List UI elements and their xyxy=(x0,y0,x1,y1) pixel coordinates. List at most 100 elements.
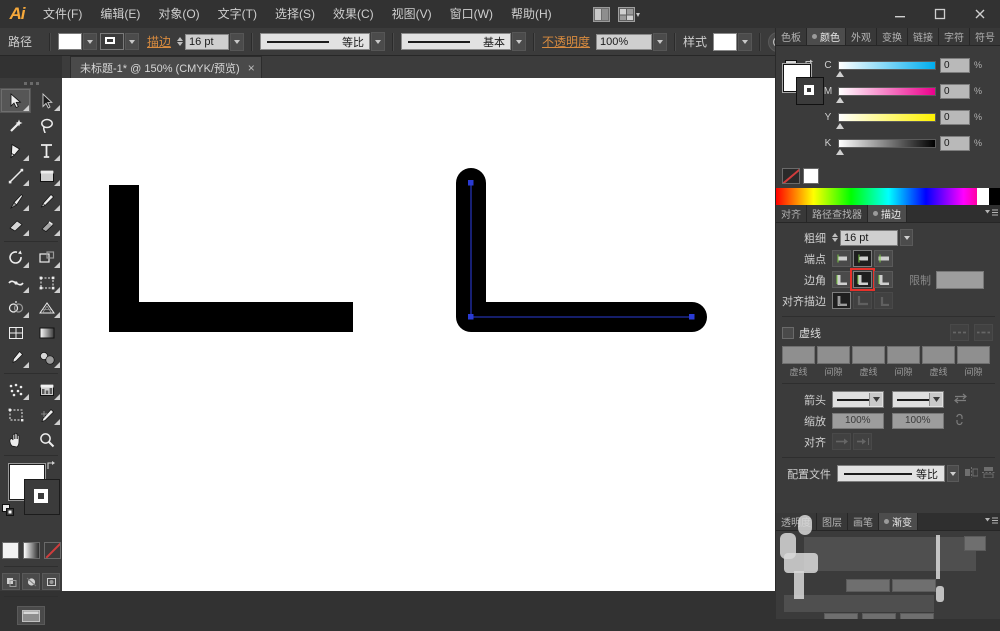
opacity-field[interactable]: 100% xyxy=(596,34,652,50)
gradient-stop-field-3[interactable] xyxy=(900,613,934,619)
arrowhead-start-field[interactable] xyxy=(832,391,884,408)
document-tab[interactable]: 未标题-1* @ 150% (CMYK/预览) × xyxy=(70,56,262,78)
menu-effect[interactable]: 效果(C) xyxy=(324,0,383,28)
spectrum-black-chip[interactable] xyxy=(989,188,1000,205)
tab-character[interactable]: 字符 xyxy=(939,28,970,45)
stroke-weight-stepper[interactable] xyxy=(177,37,183,46)
slider-thumb-k[interactable] xyxy=(836,149,844,155)
swap-arrows-icon[interactable] xyxy=(954,393,967,407)
dash-field-1[interactable] xyxy=(782,346,815,364)
rectangle-tool[interactable] xyxy=(31,163,62,188)
dash-adjust-button[interactable] xyxy=(974,324,993,341)
slider-thumb-c[interactable] xyxy=(836,71,844,77)
arrowhead-start-dropdown[interactable] xyxy=(869,393,882,406)
shape-builder-tool[interactable] xyxy=(0,295,31,320)
color-spectrum-bar[interactable] xyxy=(776,188,1000,205)
white-swatch[interactable] xyxy=(803,168,819,184)
draw-normal-button[interactable] xyxy=(2,573,20,590)
tab-pathfinder[interactable]: 路径查找器 xyxy=(807,205,868,222)
miter-join-button[interactable] xyxy=(832,271,851,288)
none-mode-button[interactable] xyxy=(44,542,61,559)
style-dropdown-arrow[interactable] xyxy=(738,33,752,51)
opacity-label[interactable]: 不透明度 xyxy=(542,33,590,50)
line-segment-tool[interactable] xyxy=(0,163,31,188)
document-tab-close-icon[interactable]: × xyxy=(248,62,255,74)
menu-select[interactable]: 选择(S) xyxy=(266,0,324,28)
column-graph-tool[interactable] xyxy=(31,377,62,402)
stroke-weight-stepper-panel[interactable] xyxy=(832,233,838,242)
tab-appearance[interactable]: 外观 xyxy=(846,28,877,45)
maximize-button[interactable] xyxy=(920,0,960,28)
arrowhead-end-field[interactable] xyxy=(892,391,944,408)
menu-help[interactable]: 帮助(H) xyxy=(502,0,561,28)
blend-tool[interactable] xyxy=(31,345,62,370)
slider-track-y[interactable] xyxy=(838,113,936,122)
stroke-profile-dropdown[interactable] xyxy=(947,465,959,482)
default-fill-stroke-icon[interactable] xyxy=(2,504,15,517)
stroke-panel-menu-icon[interactable] xyxy=(981,205,1000,222)
style-swatch[interactable] xyxy=(713,33,737,51)
stroke-swatch-control[interactable] xyxy=(100,33,124,50)
fill-dropdown-arrow[interactable] xyxy=(83,33,97,50)
slider-value-m[interactable]: 0 xyxy=(940,84,970,99)
slider-track-c[interactable] xyxy=(838,61,936,70)
dash-field-3[interactable] xyxy=(922,346,955,364)
menu-view[interactable]: 视图(V) xyxy=(383,0,441,28)
tab-layers[interactable]: 图层 xyxy=(817,513,848,530)
menu-type[interactable]: 文字(T) xyxy=(209,0,266,28)
link-scale-icon[interactable] xyxy=(954,413,965,429)
align-stroke-center-button[interactable] xyxy=(832,292,851,309)
gradient-aspect-field[interactable] xyxy=(892,579,936,592)
gradient-stop-field-1[interactable] xyxy=(824,613,858,619)
gap-field-2[interactable] xyxy=(887,346,920,364)
stroke-weight-value[interactable]: 16 pt xyxy=(840,230,898,246)
zoom-tool[interactable] xyxy=(31,427,62,452)
pen-tool[interactable] xyxy=(0,138,31,163)
gradient-preview-swatch[interactable] xyxy=(804,537,976,571)
color-stroke-swatch[interactable] xyxy=(796,77,824,105)
tab-brushes[interactable]: 画笔 xyxy=(848,513,879,530)
eyedropper-tool[interactable] xyxy=(0,345,31,370)
slider-track-k[interactable] xyxy=(838,139,936,148)
dashed-line-checkbox[interactable] xyxy=(782,327,794,339)
slider-value-y[interactable]: 0 xyxy=(940,110,970,125)
symbol-sprayer-tool[interactable] xyxy=(0,377,31,402)
slider-track-m[interactable] xyxy=(838,87,936,96)
gap-field-3[interactable] xyxy=(957,346,990,364)
eraser-tool[interactable] xyxy=(31,213,62,238)
menu-object[interactable]: 对象(O) xyxy=(149,0,208,28)
brush-definition-field[interactable]: 基本 xyxy=(401,33,511,50)
blob-brush-tool[interactable] xyxy=(0,213,31,238)
tab-gradient[interactable]: 渐变 xyxy=(879,513,918,530)
tab-transform[interactable]: 变换 xyxy=(877,28,908,45)
draw-inside-button[interactable] xyxy=(42,573,60,590)
selection-tool[interactable] xyxy=(0,88,31,113)
width-tool[interactable] xyxy=(0,270,31,295)
L-path-round[interactable] xyxy=(471,183,692,317)
stroke-link-label[interactable]: 描边 xyxy=(147,33,171,50)
arrange-documents-icon[interactable] xyxy=(617,3,643,25)
bevel-join-button[interactable] xyxy=(874,271,893,288)
dash-preserve-button[interactable] xyxy=(950,324,969,341)
tools-panel-grip[interactable] xyxy=(0,78,62,88)
anchor-point[interactable] xyxy=(468,180,474,186)
round-cap-button[interactable] xyxy=(853,250,872,267)
hand-tool[interactable] xyxy=(0,427,31,452)
tab-align[interactable]: 对齐 xyxy=(776,205,807,222)
slider-thumb-y[interactable] xyxy=(836,123,844,129)
bridge-icon[interactable] xyxy=(589,3,615,25)
scale-tool[interactable] xyxy=(31,245,62,270)
paintbrush-tool[interactable] xyxy=(0,188,31,213)
minimize-button[interactable] xyxy=(880,0,920,28)
magic-wand-tool[interactable] xyxy=(0,113,31,138)
align-stroke-outside-button[interactable] xyxy=(874,292,893,309)
stroke-weight-field[interactable]: 16 pt xyxy=(185,34,229,50)
flip-vertical-icon[interactable] xyxy=(982,467,995,481)
swap-fill-stroke-icon[interactable] xyxy=(46,460,58,472)
anchor-point[interactable] xyxy=(468,314,474,320)
slice-tool[interactable] xyxy=(31,402,62,427)
pencil-tool[interactable] xyxy=(31,188,62,213)
align-stroke-inside-button[interactable] xyxy=(853,292,872,309)
gradient-type-dropdown[interactable] xyxy=(964,536,986,551)
gradient-stop-field-2[interactable] xyxy=(862,613,896,619)
